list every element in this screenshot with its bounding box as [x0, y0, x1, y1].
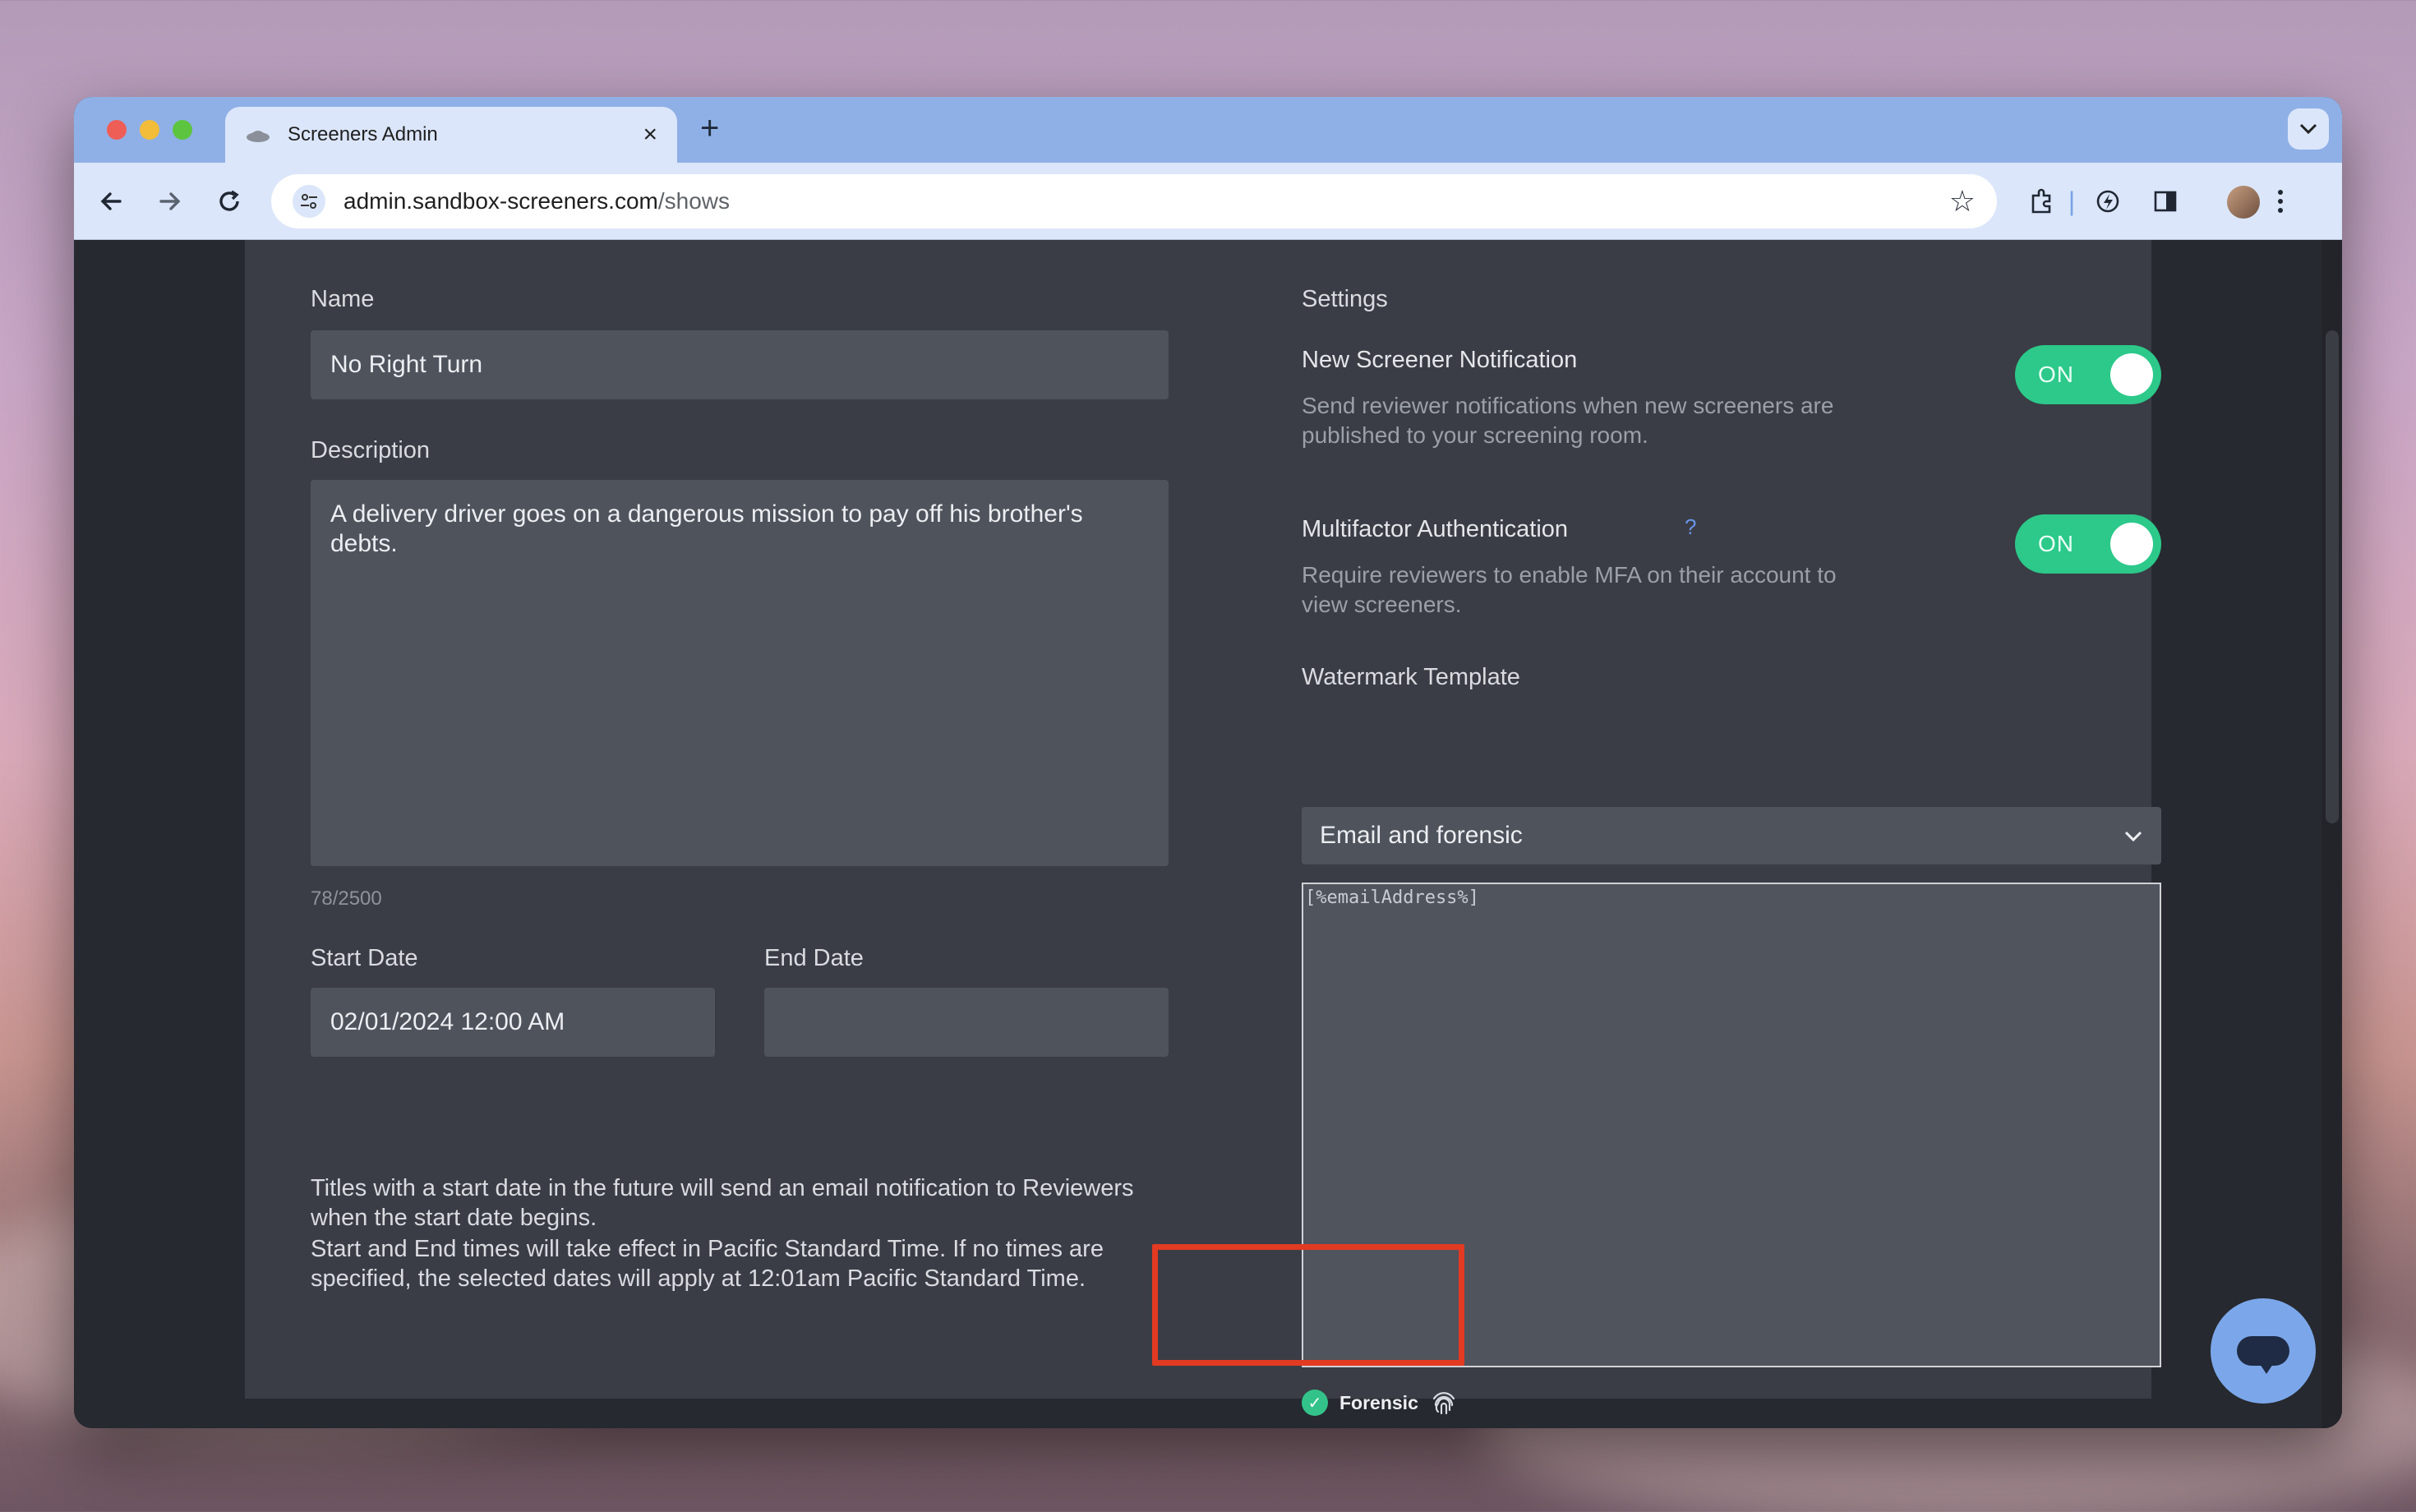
- toggle-knob: [2110, 353, 2153, 396]
- watermark-selected-value: Email and forensic: [1320, 822, 1523, 849]
- browser-window: Screeners Admin × + admin.sandbox-screen…: [74, 97, 2342, 1428]
- chevron-down-icon: [2299, 123, 2317, 135]
- end-date-input[interactable]: [764, 988, 1169, 1057]
- name-input[interactable]: No Right Turn: [311, 330, 1169, 399]
- watermark-template-label: Watermark Template: [1302, 664, 1520, 690]
- mfa-toggle[interactable]: ON: [2015, 514, 2161, 574]
- character-count: 78/2500: [311, 887, 382, 910]
- new-screener-notification-toggle[interactable]: ON: [2015, 345, 2161, 404]
- tab-search-button[interactable]: [2288, 108, 2329, 150]
- new-tab-button[interactable]: +: [700, 110, 719, 147]
- scrollbar-thumb[interactable]: [2326, 330, 2339, 823]
- url-path: /shows: [657, 188, 730, 214]
- tab-title: Screeners Admin: [288, 123, 438, 145]
- fingerprint-icon: [1430, 1389, 1458, 1417]
- site-info-icon[interactable]: [293, 185, 325, 218]
- tab-close-icon[interactable]: ×: [643, 121, 657, 149]
- watermark-template-select[interactable]: Email and forensic: [1302, 807, 2161, 864]
- favicon-icon: [245, 126, 271, 144]
- back-button[interactable]: [90, 181, 131, 222]
- page-scrollbar[interactable]: [2322, 240, 2342, 1428]
- description-label: Description: [311, 437, 431, 463]
- forensic-label: Forensic: [1339, 1391, 1418, 1413]
- close-window-button[interactable]: [107, 120, 127, 140]
- new-screener-notification-title: New Screener Notification: [1302, 347, 1578, 373]
- mfa-help-icon[interactable]: ?: [1685, 514, 1696, 540]
- start-date-note: Titles with a start date in the future w…: [311, 1175, 1134, 1231]
- forensic-indicator: ✓ Forensic: [1302, 1389, 1458, 1417]
- end-date-label: End Date: [764, 945, 864, 971]
- chat-launcher-button[interactable]: [2211, 1298, 2316, 1404]
- forward-button[interactable]: [150, 181, 191, 222]
- mfa-description: Require reviewers to enable MFA on their…: [1302, 562, 1837, 617]
- mfa-title: Multifactor Authentication: [1302, 516, 1569, 542]
- bookmark-star-icon[interactable]: ☆: [1949, 184, 1976, 219]
- description-textarea[interactable]: A delivery driver goes on a dangerous mi…: [311, 480, 1169, 866]
- chat-bubble-icon: [2237, 1336, 2289, 1374]
- check-circle-icon: ✓: [1302, 1390, 1328, 1416]
- browser-menu-icon[interactable]: [2260, 181, 2301, 222]
- extensions-icon[interactable]: [2022, 181, 2063, 222]
- toggle-state-label: ON: [2038, 362, 2074, 387]
- toggle-knob: [2110, 523, 2153, 565]
- chevron-down-icon: [2123, 823, 2143, 849]
- profile-avatar[interactable]: [2227, 186, 2260, 219]
- tab-screeners-admin[interactable]: Screeners Admin ×: [225, 107, 677, 163]
- side-panel-icon[interactable]: [2145, 181, 2186, 222]
- reload-button[interactable]: [209, 181, 250, 222]
- tab-bar: Screeners Admin × +: [74, 97, 2342, 163]
- toggle-state-label: ON: [2038, 531, 2074, 556]
- arrow-right-icon: [159, 192, 181, 210]
- show-edit-modal: Name No Right Turn Description A deliver…: [245, 240, 2161, 1416]
- toolbar-divider: |: [2068, 186, 2076, 216]
- address-bar[interactable]: admin.sandbox-screeners.com/shows ☆: [271, 174, 1997, 228]
- reload-icon: [219, 190, 239, 211]
- start-date-label: Start Date: [311, 945, 418, 971]
- new-screener-notification-description: Send reviewer notifications when new scr…: [1302, 393, 1834, 448]
- browser-toolbar: admin.sandbox-screeners.com/shows ☆ |: [74, 163, 2342, 240]
- url-host: admin.sandbox-screeners.com: [343, 188, 658, 214]
- performance-icon[interactable]: [2087, 181, 2128, 222]
- timezone-note: Start and End times will take effect in …: [311, 1236, 1104, 1292]
- arrow-left-icon: [100, 192, 122, 210]
- forensic-highlight-box: [1152, 1244, 1464, 1366]
- minimize-window-button[interactable]: [140, 120, 159, 140]
- name-label: Name: [311, 286, 375, 312]
- settings-heading: Settings: [1302, 286, 1388, 312]
- start-date-input[interactable]: 02/01/2024 12:00 AM: [311, 988, 715, 1057]
- maximize-window-button[interactable]: [173, 120, 192, 140]
